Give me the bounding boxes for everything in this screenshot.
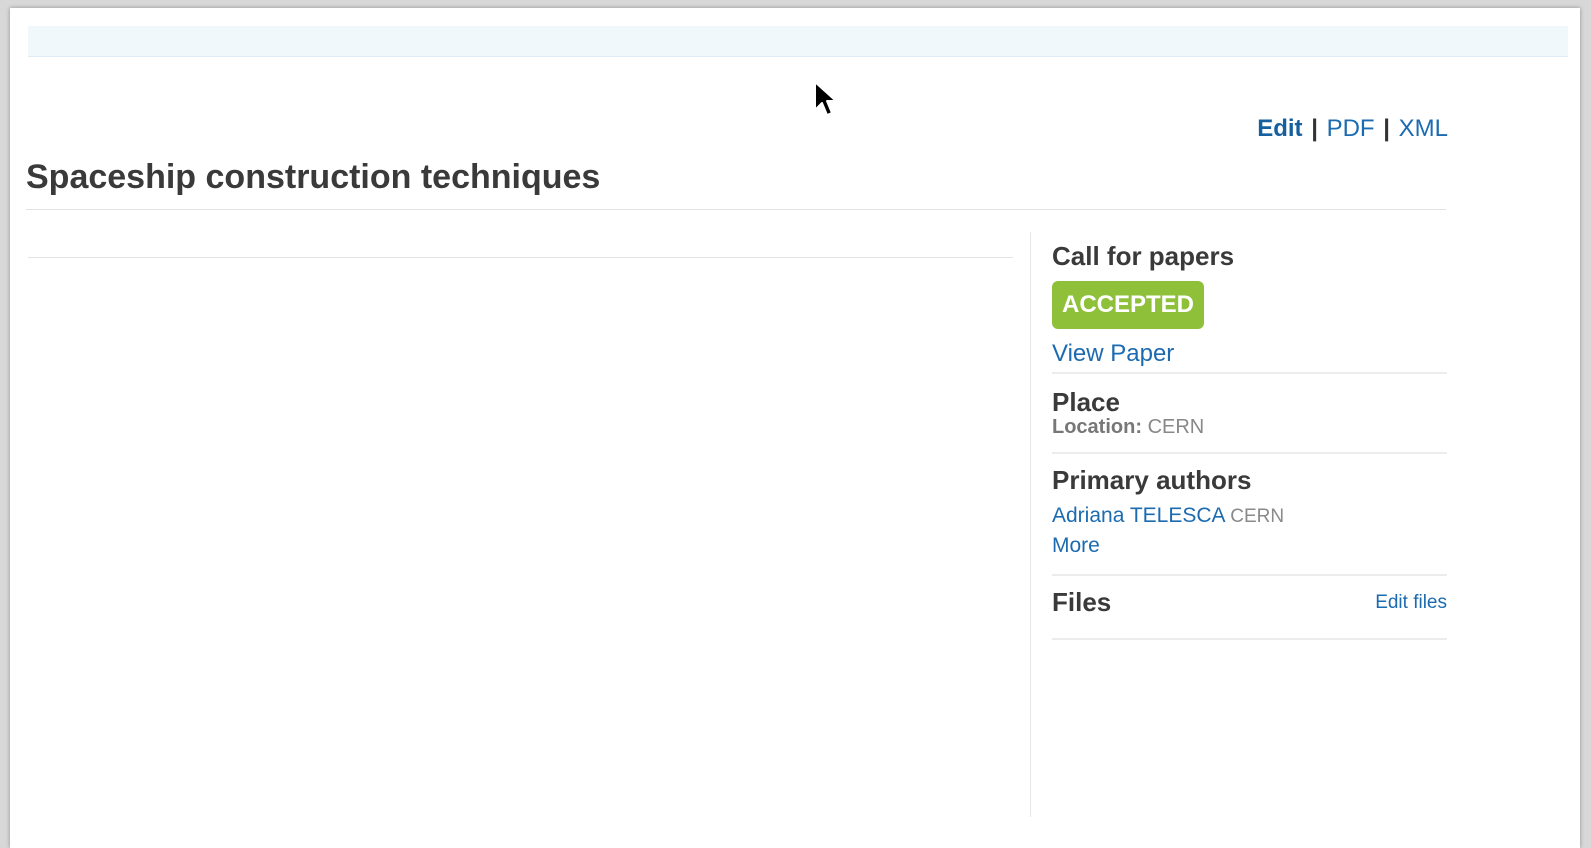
call-for-papers-section: Call for papers ACCEPTED View Paper	[1052, 232, 1447, 374]
author-name-link[interactable]: Adriana TELESCA	[1052, 504, 1224, 527]
page-window: Edit | PDF | XML Spaceship construction …	[10, 8, 1580, 848]
status-badge: ACCEPTED	[1052, 281, 1205, 329]
author-affiliation: CERN	[1230, 506, 1285, 527]
content-divider	[28, 257, 1013, 258]
author-item: Adriana TELESCA CERN	[1052, 504, 1447, 528]
top-banner-strip	[28, 26, 1568, 57]
xml-link[interactable]: XML	[1399, 115, 1448, 142]
edit-files-link[interactable]: Edit files	[1375, 592, 1447, 614]
call-for-papers-title: Call for papers	[1052, 241, 1235, 271]
more-authors-link[interactable]: More	[1052, 534, 1100, 558]
separator: |	[1311, 115, 1318, 142]
separator: |	[1383, 115, 1390, 142]
place-title: Place	[1052, 387, 1120, 417]
mouse-pointer-icon	[814, 81, 837, 116]
contribution-actions: Edit | PDF | XML	[1257, 115, 1448, 143]
page-title: Spaceship construction techniques	[26, 158, 601, 196]
place-section: Place Location: CERN	[1052, 374, 1447, 454]
pdf-link[interactable]: PDF	[1327, 115, 1375, 142]
contribution-sidebar: Call for papers ACCEPTED View Paper Plac…	[1052, 232, 1447, 640]
place-location: Location: CERN	[1052, 416, 1447, 439]
location-label: Location:	[1052, 416, 1142, 438]
primary-authors-title: Primary authors	[1052, 465, 1252, 495]
edit-link[interactable]: Edit	[1257, 115, 1302, 142]
view-paper-link[interactable]: View Paper	[1052, 340, 1174, 368]
primary-authors-section: Primary authors Adriana TELESCA CERN Mor…	[1052, 454, 1447, 576]
title-divider	[26, 209, 1446, 210]
location-value: CERN	[1147, 416, 1205, 438]
sidebar-divider	[1030, 232, 1031, 817]
files-section: Files Edit files	[1052, 576, 1447, 640]
